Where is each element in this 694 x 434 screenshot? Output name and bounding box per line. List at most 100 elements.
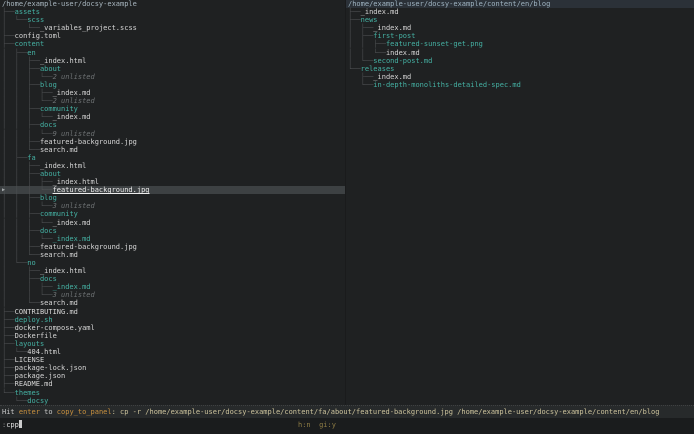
tree-file-name: featured-background.jpg <box>39 137 137 146</box>
tree-branch-lines: │ │ │ └── <box>2 72 53 81</box>
tree-row[interactable]: │ │ │ └──_index.md <box>0 235 345 243</box>
tree-row[interactable]: │ └──no <box>0 259 345 267</box>
right-panel-root-path[interactable]: /home/example-user/docsy-example/content… <box>346 0 694 9</box>
tree-branch-lines: ├── <box>348 16 361 25</box>
tree-row[interactable]: │ │ │ └──9 unlisted <box>0 130 345 138</box>
tree-file-name: featured-background.jpg <box>52 186 150 195</box>
status-enter-key: enter <box>18 408 40 416</box>
tree-branch-lines: ├── <box>2 323 15 332</box>
status-command: : cp -r /home/example-user/docsy-example… <box>111 408 660 416</box>
tree-row[interactable]: │ ├──_index.html <box>0 267 345 275</box>
tree-row[interactable]: │ └──search.md <box>0 299 345 307</box>
tree-row[interactable]: │ │ ├──featured-background.jpg <box>0 243 345 251</box>
tree-row[interactable]: │ ├──fa <box>0 154 345 162</box>
tree-dir-name: community <box>39 210 78 219</box>
tree-row[interactable]: ├──README.md <box>0 380 345 388</box>
tree-branch-lines: ├── <box>348 72 374 81</box>
tree-branch-lines: ├── <box>2 315 15 324</box>
tree-branch-lines: │ │ ├── <box>2 169 40 178</box>
tree-branch-lines: │ │ ├── <box>2 64 40 73</box>
tree-branch-lines: └── <box>2 396 28 405</box>
tree-row[interactable]: │ │ ├──community <box>0 210 345 218</box>
status-to-text: to <box>39 408 57 416</box>
tree-row[interactable]: │ │ │ └──_index.md <box>0 219 345 227</box>
tree-row[interactable]: │ │ └──index.md <box>346 49 694 57</box>
tree-branch-lines: │ │ ├── <box>2 161 40 170</box>
tree-row[interactable]: ├──config.toml <box>0 32 345 40</box>
tree-row[interactable]: │ │ ├──docs <box>0 227 345 235</box>
tree-branch-lines: ├── <box>2 380 15 389</box>
tree-row[interactable]: │ └──second-post.md <box>346 57 694 65</box>
tree-branch-lines: │ └── <box>2 299 40 308</box>
tree-dir-name: blog <box>39 80 57 89</box>
tree-row[interactable]: │ ├──en <box>0 49 345 57</box>
tree-row[interactable]: │ │ ├──_index.html <box>0 57 345 65</box>
tree-dir-name: docsy <box>27 396 49 405</box>
tree-row[interactable]: │ │ │ ├──_index.html <box>0 178 345 186</box>
tree-file-name: CONTRIBUTING.md <box>14 307 78 316</box>
tree-branch-lines: └── <box>2 388 15 397</box>
tree-branch-lines: │ │ │ └── <box>2 97 53 106</box>
tree-row[interactable]: ├──layouts <box>0 340 345 348</box>
tree-row[interactable]: └──in-depth-monoliths-detailed-spec.md <box>346 81 694 89</box>
tree-branch-lines: │ ├── <box>2 267 40 276</box>
tree-row[interactable]: └──releases <box>346 65 694 73</box>
tree-row[interactable]: ├──docker-compose.yaml <box>0 324 345 332</box>
tree-row[interactable]: │ │ ├──featured-background.jpg <box>0 138 345 146</box>
tree-dir-name: scss <box>27 16 45 25</box>
tree-row[interactable]: │ │ ├──featured-sunset-get.png <box>346 40 694 48</box>
tree-branch-lines: │ ├── <box>2 48 28 57</box>
left-panel-tree: /home/example-user/docsy-example ├──asse… <box>0 0 345 405</box>
selection-marker-icon: ▶ <box>2 187 6 194</box>
tree-row[interactable]: ├──CONTRIBUTING.md <box>0 308 345 316</box>
tree-file-name: search.md <box>39 145 78 154</box>
tree-row[interactable]: │ │ │ └──2 unlisted <box>0 97 345 105</box>
left-panel-root-path[interactable]: /home/example-user/docsy-example <box>0 0 345 8</box>
tree-branch-lines: │ │ │ └── <box>2 129 53 138</box>
tree-row[interactable]: │ │ ├──_index.html <box>0 162 345 170</box>
tree-branch-lines: │ │ ├── <box>2 80 40 89</box>
tree-file-name: search.md <box>39 250 78 259</box>
tree-row[interactable]: ├──_index.md <box>346 73 694 81</box>
tree-row[interactable]: │ │ └──search.md <box>0 146 345 154</box>
tree-row[interactable]: │ │ │ ├──_index.md <box>0 89 345 97</box>
tree-branch-lines: │ │ ├── <box>2 210 40 219</box>
tree-row[interactable]: │ │ ├──docs <box>0 121 345 129</box>
command-input-line[interactable]: :cpp h:n gi:y <box>0 418 694 434</box>
tree-file-name: featured-background.jpg <box>39 242 137 251</box>
tree-file-name: 404.html <box>27 348 62 357</box>
tree-file-name: _index.md <box>360 8 399 17</box>
tree-row[interactable]: ├──assets <box>0 8 345 16</box>
tree-row[interactable]: │ │ ├──about <box>0 170 345 178</box>
tree-branch-lines: ├── <box>2 356 15 365</box>
panels-container: /home/example-user/docsy-example ├──asse… <box>0 0 694 405</box>
tree-dir-name: news <box>360 16 378 25</box>
tree-row[interactable]: ├──content <box>0 40 345 48</box>
tree-row[interactable]: │ │ ├──blog <box>0 81 345 89</box>
tree-row[interactable]: └──themes <box>0 389 345 397</box>
tree-row[interactable]: ├──deploy.sh <box>0 316 345 324</box>
tree-row[interactable]: ├──_index.md <box>346 8 694 16</box>
status-verb: copy_to_panel <box>56 408 112 416</box>
tree-file-name: in-depth-monoliths-detailed-spec.md <box>373 80 521 89</box>
tree-row[interactable]: │ │ ├──about <box>0 65 345 73</box>
input-value: cpp <box>6 421 19 429</box>
tree-row[interactable]: │ │ └──search.md <box>0 251 345 259</box>
tree-file-name: search.md <box>39 299 78 308</box>
tree-file-name: 2 unlisted <box>52 72 95 81</box>
tree-branch-lines: └── <box>348 64 361 73</box>
tree-row[interactable]: │ │ │ └──2 unlisted <box>0 73 345 81</box>
tree-branch-lines: │ ├── <box>2 153 28 162</box>
tree-row[interactable]: │ └──404.html <box>0 348 345 356</box>
status-hit-text: Hit <box>2 408 19 416</box>
tree-branch-lines: │ │ ├── <box>2 226 40 235</box>
tree-branch-lines: │ ├── <box>2 275 40 284</box>
tree-file-name: featured-sunset-get.png <box>385 40 483 49</box>
tree-row[interactable]: └──docsy <box>0 397 345 405</box>
tree-row[interactable]: ├──Dockerfile <box>0 332 345 340</box>
tree-branch-lines: ├── <box>2 331 15 340</box>
tree-row[interactable]: ├──LICENSE <box>0 356 345 364</box>
tree-file-name: second-post.md <box>373 56 433 65</box>
tree-dir-name: content <box>14 40 45 49</box>
tree-dir-name: docs <box>39 275 57 284</box>
